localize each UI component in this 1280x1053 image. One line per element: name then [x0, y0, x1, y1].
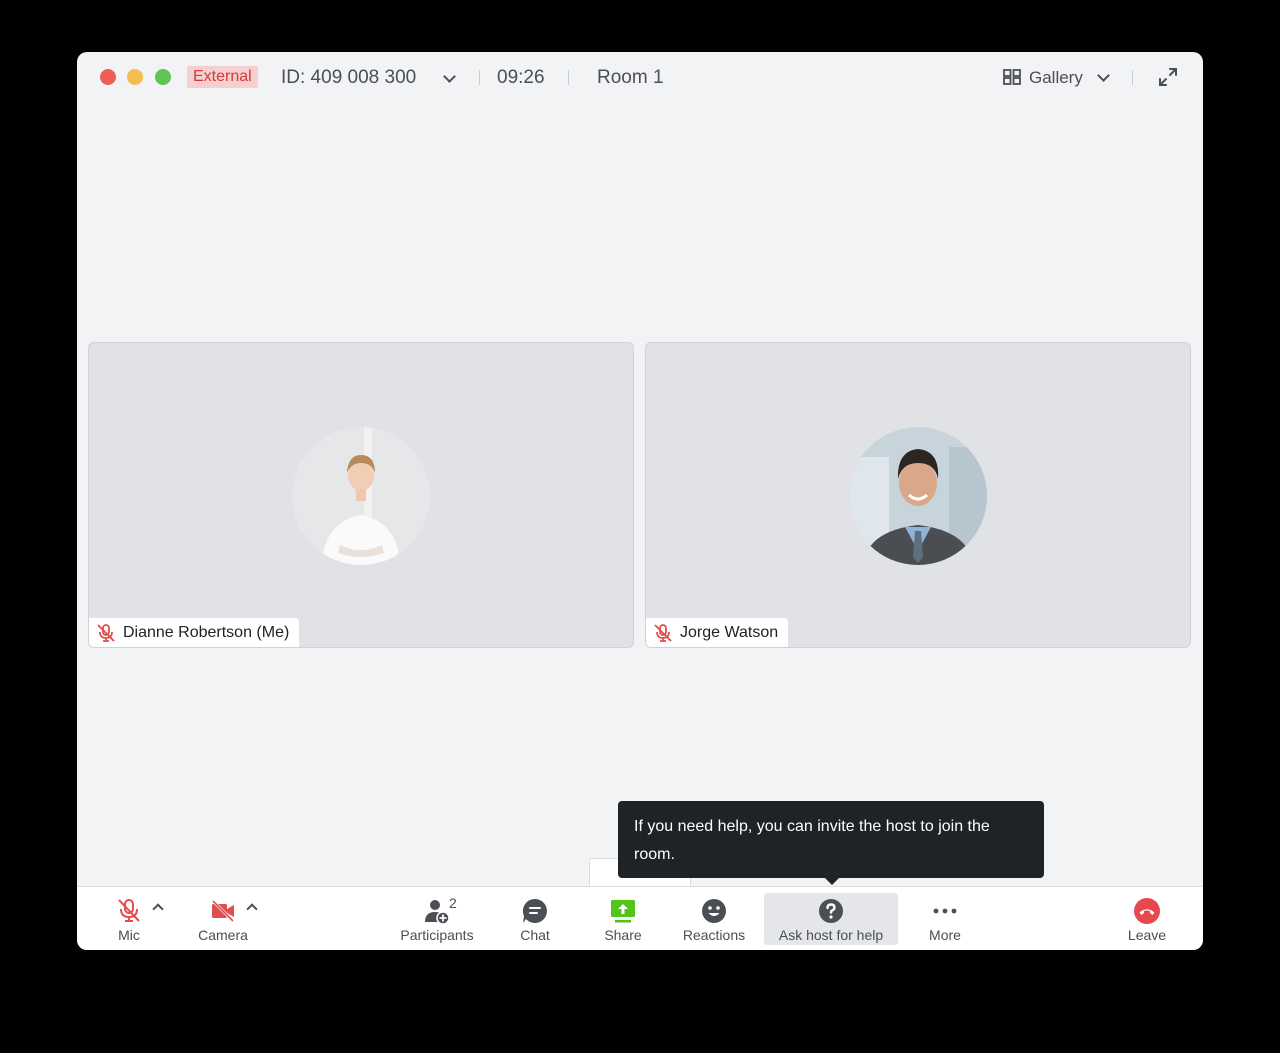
camera-off-icon	[211, 899, 235, 923]
share-button[interactable]: Share	[601, 887, 645, 950]
leave-button[interactable]: Leave	[1126, 887, 1168, 950]
participant-nametag: Dianne Robertson (Me)	[89, 618, 300, 647]
meeting-timer: 09:26	[497, 67, 545, 88]
divider	[1132, 70, 1133, 85]
more-icon	[933, 908, 957, 914]
camera-label: Camera	[198, 927, 248, 943]
leave-icon	[1134, 898, 1160, 924]
reactions-label: Reactions	[682, 927, 746, 943]
participant-name: Dianne Robertson (Me)	[123, 623, 290, 641]
expand-icon[interactable]	[1157, 66, 1179, 88]
room-name: Room 1	[597, 67, 664, 88]
mic-options-caret[interactable]	[152, 903, 164, 915]
leave-label: Leave	[1127, 927, 1167, 943]
meeting-toolbar: Mic Camera Participants 2 Chat Share Rea…	[77, 886, 1203, 950]
more-button[interactable]: More	[925, 887, 965, 950]
external-badge: External	[187, 66, 258, 88]
meeting-id[interactable]: ID: 409 008 300	[281, 66, 416, 90]
ask-host-label: Ask host for help	[778, 927, 884, 943]
help-tooltip: If you need help, you can invite the hos…	[618, 801, 1044, 878]
mic-off-icon	[118, 899, 140, 922]
avatar	[849, 427, 987, 565]
ask-host-button[interactable]: Ask host for help	[764, 893, 898, 945]
chevron-down-icon[interactable]	[1097, 69, 1110, 82]
participants-button[interactable]: Participants	[395, 887, 479, 950]
view-mode-button[interactable]: Gallery	[1029, 66, 1083, 90]
close-window-button[interactable]	[100, 69, 116, 85]
share-label: Share	[604, 927, 642, 943]
meeting-window: External ID: 409 008 300 09:26 Room 1 Ga…	[77, 52, 1203, 950]
avatar	[292, 427, 430, 565]
chat-button[interactable]: Chat	[515, 887, 555, 950]
participants-label: Participants	[400, 927, 474, 943]
mic-button[interactable]: Mic	[113, 887, 145, 950]
help-icon	[819, 899, 843, 923]
reactions-button[interactable]: Reactions	[680, 887, 748, 950]
camera-button[interactable]: Camera	[195, 887, 251, 950]
mic-off-icon	[654, 623, 672, 642]
mic-label: Mic	[118, 927, 140, 943]
divider	[479, 70, 480, 85]
share-icon	[611, 900, 635, 923]
video-tile[interactable]: Jorge Watson	[645, 342, 1191, 648]
tooltip-arrow	[824, 877, 840, 885]
chevron-down-icon[interactable]	[443, 70, 456, 83]
video-tile[interactable]: Dianne Robertson (Me)	[88, 342, 634, 648]
participants-icon	[425, 900, 450, 925]
chat-label: Chat	[520, 927, 550, 943]
divider	[568, 70, 569, 85]
participant-name: Jorge Watson	[680, 623, 779, 641]
participant-nametag: Jorge Watson	[646, 618, 789, 647]
title-bar: External ID: 409 008 300 09:26 Room 1 Ga…	[77, 52, 1203, 104]
more-label: More	[929, 927, 961, 943]
minimize-window-button[interactable]	[127, 69, 143, 85]
mic-off-icon	[97, 623, 115, 642]
zoom-window-button[interactable]	[155, 69, 171, 85]
gallery-icon[interactable]	[1003, 69, 1021, 85]
chat-icon	[522, 898, 547, 923]
reactions-icon	[702, 899, 726, 923]
participants-count: 2	[449, 895, 457, 911]
